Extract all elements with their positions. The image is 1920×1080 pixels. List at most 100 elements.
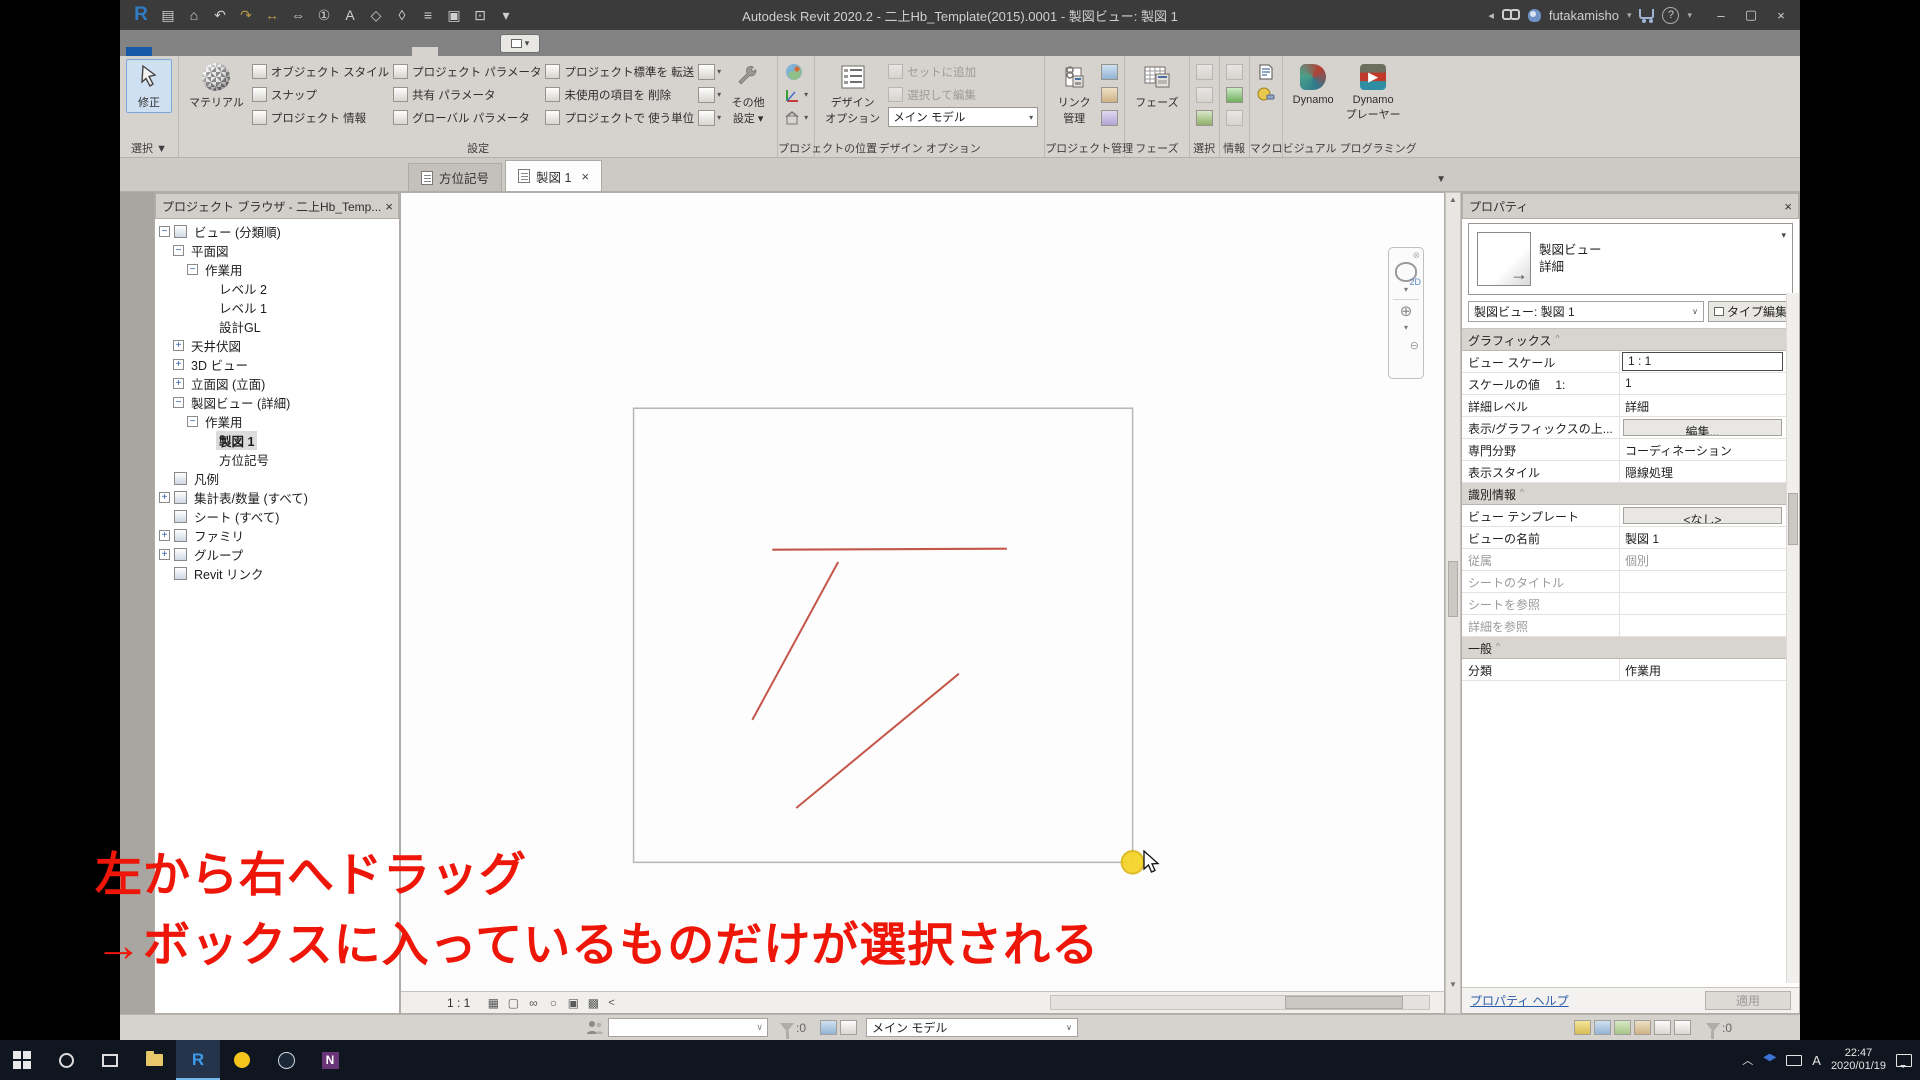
red-line-diagonal-1[interactable] (752, 562, 838, 720)
property-row[interactable]: 詳細レベル 詳細 (1462, 395, 1799, 417)
panel-label-project-location[interactable]: プロジェクトの位置 (778, 141, 814, 157)
task-view-button[interactable] (88, 1040, 132, 1080)
ime-indicator[interactable]: A (1812, 1053, 1821, 1068)
macro-security-icon[interactable] (1256, 84, 1276, 105)
text-icon[interactable]: A (338, 4, 362, 26)
editable-only-filter-icon[interactable] (780, 1023, 794, 1032)
tab-analyze[interactable] (308, 47, 334, 56)
properties-scrollbar[interactable] (1786, 293, 1799, 983)
panel-label-project-management[interactable]: プロジェクト管理 (1045, 141, 1124, 157)
ribbon-button[interactable]: オブジェクト スタイル (252, 61, 389, 82)
tab-structure[interactable] (178, 47, 204, 56)
tab-steel[interactable] (204, 47, 230, 56)
property-value[interactable]: 1 : 1 (1622, 352, 1783, 371)
touch-keyboard-icon[interactable] (1786, 1055, 1802, 1066)
tree-item[interactable]: + ファミリ (155, 526, 399, 545)
drag-elements-icon[interactable] (1634, 1020, 1651, 1035)
select-links-icon[interactable] (1574, 1020, 1591, 1035)
panel-label-select[interactable]: 選択 ▼ (120, 141, 178, 157)
aligned-dimension-icon[interactable]: ⇔ (286, 4, 310, 26)
crop-view-icon[interactable]: ▣ (564, 995, 582, 1011)
tab-file[interactable] (126, 47, 152, 56)
tab-modify[interactable] (464, 47, 490, 56)
property-row[interactable]: ビュー スケール 1 : 1 (1462, 351, 1799, 373)
property-value[interactable]: <なし> (1623, 507, 1782, 524)
modify-options-pill[interactable]: ▾ (500, 34, 540, 53)
tree-expander-icon[interactable]: + (159, 549, 170, 560)
design-options-button[interactable]: デザイン オプション (821, 59, 884, 129)
zoom-menu-chevron-icon[interactable]: ▾ (1404, 323, 1408, 332)
design-options-list-icon[interactable] (820, 1020, 837, 1035)
panel-label-design-options[interactable]: デザイン オプション (815, 141, 1044, 157)
ribbon-button[interactable]: スナップ (252, 84, 389, 105)
search-button[interactable] (44, 1040, 88, 1080)
select-underlay-icon[interactable] (1594, 1020, 1611, 1035)
ribbon-button[interactable]: グローバル パラメータ (393, 107, 541, 128)
shadows-icon[interactable]: ▢ (504, 995, 522, 1011)
tag-icon[interactable]: ① (312, 4, 336, 26)
panel-label-phasing[interactable]: フェーズ (1125, 141, 1188, 157)
macro-manager-icon[interactable] (1256, 61, 1276, 82)
property-row[interactable]: 表示スタイル 隠線処理 (1462, 461, 1799, 483)
home-icon[interactable]: ⌂ (182, 4, 206, 26)
property-row[interactable]: ビューの名前 製図 1 (1462, 527, 1799, 549)
property-value[interactable]: 製図 1 (1620, 527, 1785, 548)
tree-item[interactable]: Revit リンク (155, 564, 399, 583)
mep-settings-dropdown[interactable]: ▾ (698, 84, 721, 105)
structural-settings-dropdown[interactable]: ▾ (698, 61, 721, 82)
type-selector-chevron-icon[interactable]: ▾ (1781, 230, 1786, 241)
scroll-up-icon[interactable]: ▲ (1446, 195, 1460, 204)
tab-architecture[interactable] (152, 47, 178, 56)
tab-close-icon[interactable]: × (581, 169, 589, 184)
tree-item[interactable]: + 立面図 (立面) (155, 374, 399, 393)
manage-links-button[interactable]: リンク 管理 (1051, 59, 1097, 129)
tab-annotate[interactable] (282, 47, 308, 56)
property-value[interactable]: コーディネーション (1620, 439, 1785, 460)
select-by-id-icon[interactable] (1226, 84, 1243, 105)
yellow-app-button[interactable] (220, 1040, 264, 1080)
dropbox-icon[interactable] (1763, 1054, 1776, 1067)
ribbon-button[interactable]: プロジェクトで 使う単位 (545, 107, 694, 128)
tab-list-icon[interactable]: ▼ (1436, 174, 1446, 185)
scroll-down-icon[interactable]: ▼ (1446, 980, 1460, 989)
hscroll-thumb[interactable] (1285, 996, 1403, 1009)
workset-combo[interactable]: ∨ (608, 1018, 768, 1037)
revit-logo[interactable]: R (128, 4, 154, 26)
navbar-collapse-icon[interactable]: ⊖ (1410, 339, 1419, 352)
tab-addins[interactable] (438, 47, 464, 56)
tree-expander-icon[interactable]: + (173, 340, 184, 351)
collapse-icon[interactable]: ◂ (1488, 9, 1494, 22)
properties-header[interactable]: プロパティ × (1462, 193, 1799, 219)
property-row[interactable]: 一般 ^ (1462, 637, 1799, 659)
tree-expander-icon[interactable]: + (173, 359, 184, 370)
property-row[interactable]: 表示/グラフィックスの上... 編集... (1462, 417, 1799, 439)
property-row[interactable]: シートを参照 (1462, 593, 1799, 615)
starting-view-icon[interactable] (1101, 107, 1118, 128)
search-icon[interactable] (1502, 9, 1520, 21)
property-row[interactable]: 識別情報 ^ (1462, 483, 1799, 505)
tree-item[interactable]: レベル 1 (155, 298, 399, 317)
properties-help-link[interactable]: プロパティ ヘルプ (1470, 992, 1569, 1009)
ribbon-button[interactable]: 未使用の項目を 削除 (545, 84, 694, 105)
switch-windows-icon[interactable]: ⊡ (468, 4, 492, 26)
property-row[interactable]: 従属 個別 (1462, 549, 1799, 571)
tab-systems[interactable] (230, 47, 256, 56)
tree-item[interactable]: 方位記号 (155, 450, 399, 469)
undo-icon[interactable]: ↶ (208, 4, 232, 26)
dynamo-button[interactable]: Dynamo (1289, 59, 1338, 109)
tree-item[interactable]: シート (すべて) (155, 507, 399, 526)
tree-expander-icon[interactable]: − (159, 226, 170, 237)
design-option-combo[interactable]: メイン モデル▾ (888, 107, 1038, 127)
user-menu-chevron-icon[interactable]: ▾ (1627, 10, 1632, 21)
tree-item[interactable]: 製図 1 (155, 431, 399, 450)
reveal-hidden-icon[interactable]: ∞ (524, 995, 542, 1011)
tree-expander-icon[interactable]: − (173, 397, 184, 408)
position-dropdown[interactable]: ▾ (784, 107, 808, 128)
wheel-menu-chevron-icon[interactable]: ▾ (1404, 285, 1408, 294)
panel-label-settings[interactable]: 設定 (179, 141, 777, 157)
exclude-options-icon[interactable] (1674, 1020, 1691, 1035)
navbar-close-icon[interactable]: ⊗ (1412, 250, 1420, 261)
navigation-bar[interactable]: ⊗ ▾ ⊕ ▾ ⊖ (1388, 247, 1424, 379)
tab-collaborate[interactable] (360, 47, 386, 56)
filter-icon[interactable] (1706, 1023, 1720, 1032)
